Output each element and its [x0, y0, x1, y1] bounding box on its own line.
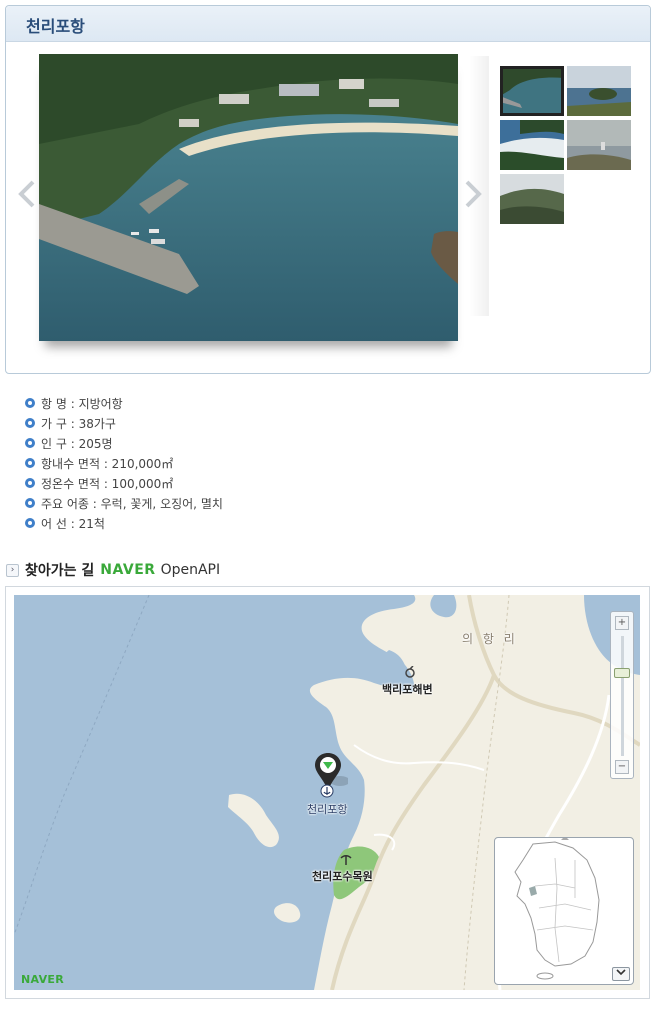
- list-item: 항내수 면적 : 210,000㎡: [25, 453, 223, 473]
- map-label-arboretum[interactable]: 천리포수목원: [312, 868, 373, 884]
- map-container: 의 항 리 백리포해변 천리포항 천리포수목원 + − NAVER: [5, 586, 650, 999]
- info-text: 항내수 면적 : 210,000㎡: [41, 456, 174, 471]
- zoom-out-button[interactable]: −: [615, 760, 629, 774]
- list-item: 인 구 : 205명: [25, 433, 223, 453]
- minimap-toggle-button[interactable]: [612, 967, 630, 981]
- harbor-aerial-photo: [39, 54, 458, 341]
- info-text: 인 구 : 205명: [41, 436, 113, 451]
- list-item: 항 명 : 지방어항: [25, 393, 223, 413]
- main-photo: [39, 54, 458, 341]
- thumbnail-1[interactable]: [500, 66, 564, 116]
- zoom-control: + −: [610, 611, 634, 779]
- list-item: 정온수 면적 : 100,000㎡: [25, 473, 223, 493]
- map-label-town: 의 항 리: [462, 632, 518, 646]
- naver-logo: NAVER: [100, 562, 156, 578]
- bullet-icon: [25, 398, 35, 408]
- map-label-port[interactable]: 천리포항: [307, 801, 347, 817]
- next-photo-button[interactable]: [464, 180, 482, 208]
- bullet-icon: [25, 498, 35, 508]
- chevron-down-icon: [616, 969, 626, 976]
- chevron-left-icon: [18, 180, 35, 208]
- gallery-title: 천리포항: [26, 17, 85, 36]
- zoom-in-button[interactable]: +: [615, 616, 629, 630]
- thumbnail-2[interactable]: [567, 66, 631, 116]
- list-item: 가 구 : 38가구: [25, 413, 223, 433]
- info-text: 가 구 : 38가구: [41, 416, 116, 431]
- chevron-right-icon: [465, 180, 482, 208]
- bullet-icon: [25, 458, 35, 468]
- openapi-label: OpenAPI: [160, 562, 221, 578]
- photo-gallery: 천리포항: [5, 5, 651, 374]
- harbor-info-list: 항 명 : 지방어항 가 구 : 38가구 인 구 : 205명 항내수 면적 …: [25, 393, 223, 533]
- bullet-icon: [25, 478, 35, 488]
- gallery-header: 천리포항: [6, 6, 650, 42]
- map-label-beach[interactable]: 백리포해변: [382, 681, 433, 697]
- beach-icon: [404, 663, 416, 682]
- info-text: 주요 어종 : 우럭, 꽃게, 오징어, 멸치: [41, 496, 223, 511]
- thumbnail-5[interactable]: [500, 174, 564, 224]
- list-item: 주요 어종 : 우럭, 꽃게, 오징어, 멸치: [25, 493, 223, 513]
- info-text: 정온수 면적 : 100,000㎡: [41, 476, 174, 491]
- info-text: 어 선 : 21척: [41, 516, 105, 531]
- overview-minimap[interactable]: [494, 836, 634, 985]
- bullet-icon: [25, 418, 35, 428]
- directions-title: 찾아가는 길: [25, 563, 95, 579]
- list-item: 어 선 : 21척: [25, 513, 223, 533]
- zoom-slider-handle[interactable]: [614, 668, 630, 678]
- directions-header: › 찾아가는 길 NAVER OpenAPI: [6, 560, 220, 580]
- map-view[interactable]: 의 항 리 백리포해변 천리포항 천리포수목원 + − NAVER: [14, 595, 640, 990]
- chevron-right-icon: ›: [6, 563, 19, 577]
- naver-watermark: NAVER: [21, 973, 64, 986]
- korea-overview-map: [514, 836, 600, 980]
- bullet-icon: [25, 518, 35, 528]
- zoom-track: [621, 636, 624, 756]
- port-icon: [320, 783, 334, 802]
- prev-photo-button[interactable]: [18, 180, 36, 208]
- bullet-icon: [25, 438, 35, 448]
- thumbnail-3[interactable]: [500, 120, 564, 170]
- info-text: 항 명 : 지방어항: [41, 396, 123, 411]
- thumbnail-4[interactable]: [567, 120, 631, 170]
